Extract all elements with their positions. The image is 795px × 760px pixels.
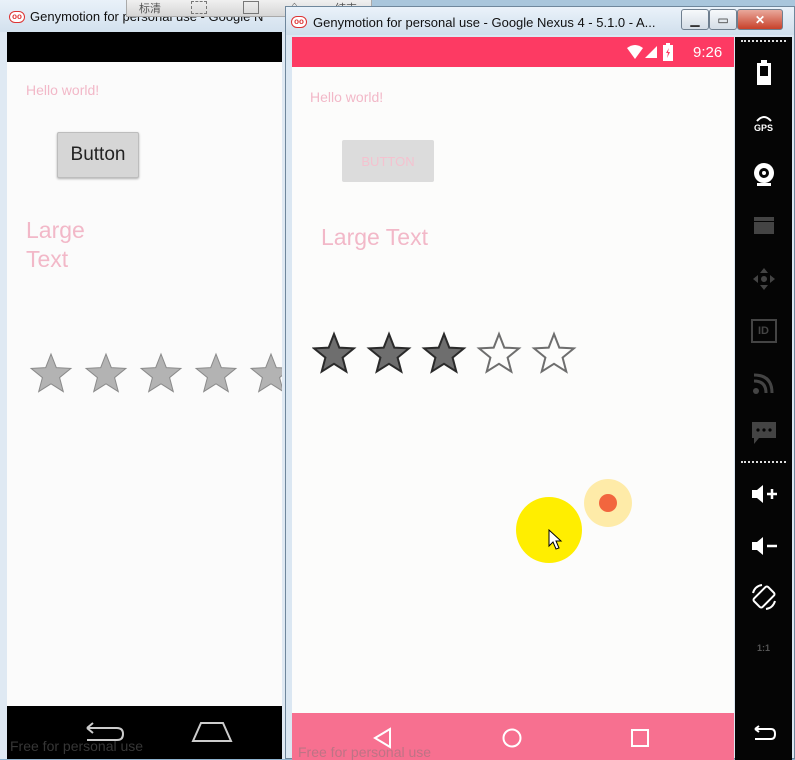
- touch-point: [599, 494, 617, 512]
- remote-control-widget-icon[interactable]: [735, 367, 792, 399]
- back-nav-home-icon[interactable]: [190, 720, 234, 744]
- hello-text: Hello world!: [26, 82, 100, 98]
- back-button[interactable]: Button: [57, 132, 139, 178]
- side-back-icon[interactable]: [735, 717, 792, 751]
- star-icon: [194, 352, 238, 393]
- signal-icon: [645, 46, 657, 58]
- battery-icon: [663, 43, 673, 61]
- volume-down-icon[interactable]: [735, 529, 792, 563]
- genymotion-side-toolbar: GPS ID 1:1: [735, 37, 792, 760]
- main-button[interactable]: BUTTON: [342, 140, 434, 182]
- star-icon: [139, 352, 183, 393]
- star-icon: [249, 352, 282, 393]
- back-status-bar: [7, 32, 282, 62]
- wifi-icon: [627, 45, 643, 59]
- star-icon: [84, 352, 128, 393]
- genymotion-logo-icon: oo: [291, 16, 307, 28]
- front-window-title: Genymotion for personal use - Google Nex…: [313, 15, 656, 30]
- device-screen[interactable]: 9:26 Hello world! BUTTON Large Text Free…: [292, 37, 734, 760]
- rotate-screen-icon[interactable]: [735, 579, 792, 615]
- large-text-line2: Text: [26, 246, 69, 272]
- large-text-line1: Large: [26, 217, 85, 243]
- rating-bar[interactable]: [312, 331, 587, 381]
- battery-widget-icon[interactable]: [735, 57, 792, 89]
- fullscreen-icon[interactable]: [243, 1, 259, 14]
- back-rating-bar[interactable]: [29, 350, 282, 400]
- volume-up-icon[interactable]: [735, 477, 792, 511]
- nav-recents-icon[interactable]: [630, 728, 650, 748]
- screencast-widget-icon[interactable]: [735, 209, 792, 241]
- watermark-text: Free for personal use: [298, 744, 432, 760]
- mouse-cursor-icon: [548, 529, 563, 550]
- back-emulator-window[interactable]: oo Genymotion for personal use - Google …: [0, 0, 290, 759]
- close-button[interactable]: ✕: [737, 9, 783, 30]
- minimize-button[interactable]: ▁: [681, 9, 709, 30]
- star-empty-icon: [531, 331, 577, 374]
- star-filled-icon: [421, 331, 467, 374]
- device-id-widget-icon[interactable]: ID: [735, 315, 792, 347]
- star-icon: [29, 352, 73, 393]
- hello-text: Hello world!: [310, 89, 384, 105]
- gps-label: GPS: [753, 123, 773, 133]
- large-text: Large Text: [321, 224, 428, 250]
- star-filled-icon: [312, 331, 357, 374]
- back-device-screen[interactable]: Hello world! Button Large Text Free for …: [7, 32, 282, 759]
- pixel-perfect-icon[interactable]: 1:1: [735, 631, 792, 665]
- sms-widget-icon[interactable]: [735, 417, 792, 449]
- scale-label: 1:1: [756, 643, 770, 653]
- webcam-widget-icon[interactable]: [735, 157, 792, 191]
- quality-label[interactable]: 标清: [139, 0, 161, 16]
- toolbar-divider: [741, 40, 786, 44]
- gps-widget-icon[interactable]: GPS: [735, 107, 792, 139]
- maximize-button[interactable]: ▭: [709, 9, 737, 30]
- star-filled-icon: [366, 331, 412, 374]
- region-select-icon[interactable]: [191, 1, 207, 14]
- front-emulator-window[interactable]: oo Genymotion for personal use - Google …: [285, 6, 795, 760]
- move-widget-icon[interactable]: [735, 263, 792, 295]
- status-time: 9:26: [693, 44, 723, 61]
- toolbar-divider: [741, 461, 786, 465]
- genymotion-logo-icon: oo: [9, 11, 25, 23]
- id-label: ID: [750, 319, 777, 343]
- status-bar: 9:26: [292, 37, 734, 67]
- nav-home-icon[interactable]: [501, 727, 523, 749]
- star-empty-icon: [476, 331, 522, 374]
- watermark-text: Free for personal use: [10, 738, 144, 754]
